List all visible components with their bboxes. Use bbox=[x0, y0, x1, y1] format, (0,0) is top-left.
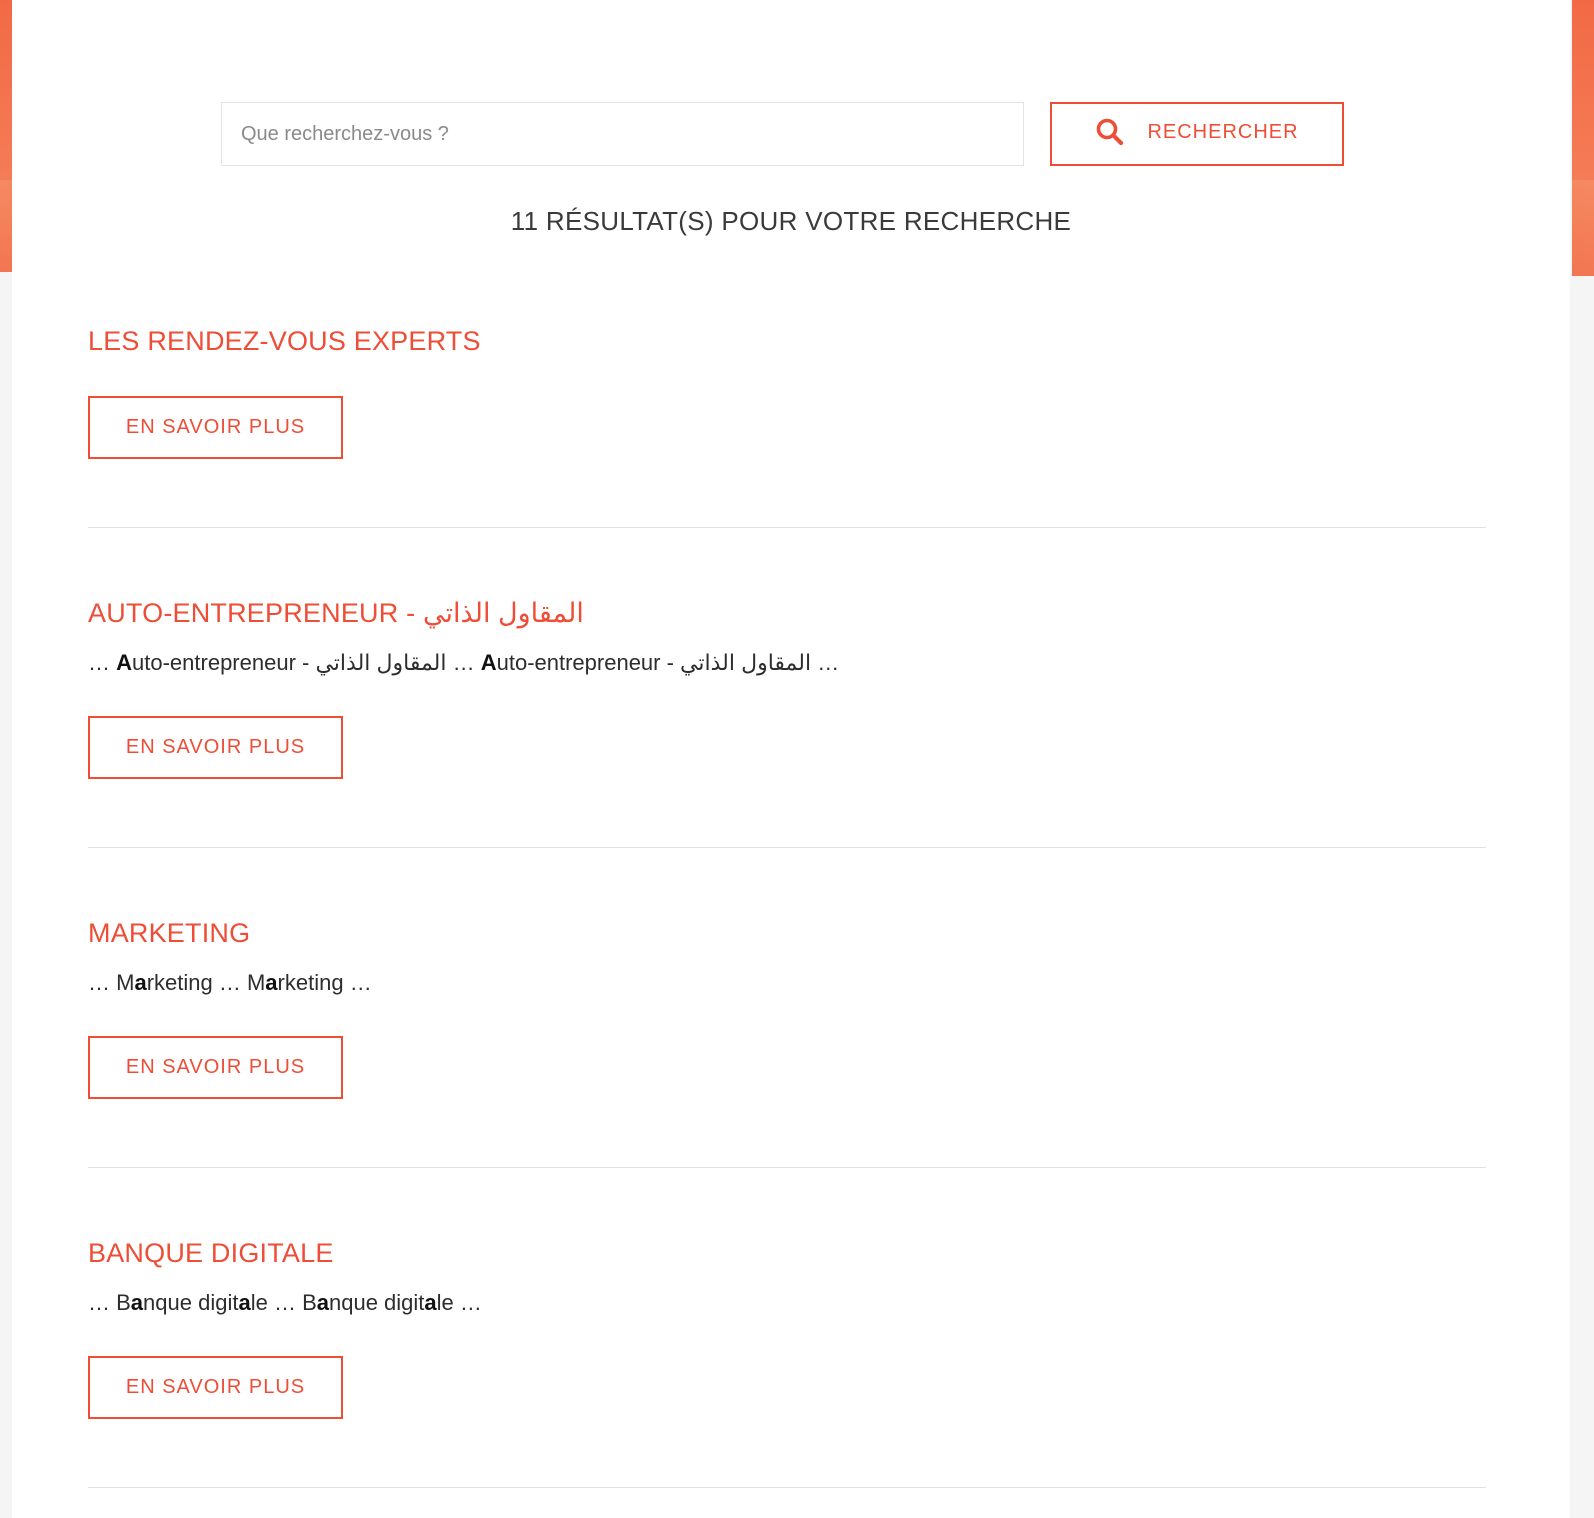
snippet-text: nque digit bbox=[143, 1290, 239, 1315]
snippet-text: uto-entrepreneur - المقاول الذاتي … bbox=[496, 650, 840, 675]
left-edge-decoration bbox=[0, 0, 12, 272]
main-content: RECHERCHER 11 RÉSULTAT(S) POUR VOTRE REC… bbox=[12, 0, 1570, 1518]
result-title[interactable]: LES RENDEZ-VOUS EXPERTS bbox=[88, 326, 481, 357]
en-savoir-plus-button[interactable]: EN SAVOIR PLUS bbox=[88, 716, 343, 779]
snippet-highlight: a bbox=[265, 970, 278, 995]
result-snippet: … Auto-entrepreneur - المقاول الذاتي … A… bbox=[88, 650, 839, 676]
en-savoir-plus-button[interactable]: EN SAVOIR PLUS bbox=[88, 1356, 343, 1419]
result-divider bbox=[88, 1167, 1486, 1168]
result-title[interactable]: BANQUE DIGITALE bbox=[88, 1238, 334, 1269]
result-snippet: … Marketing … Marketing … bbox=[88, 970, 372, 996]
results-count: 11 RÉSULTAT(S) POUR VOTRE RECHERCHE bbox=[510, 206, 1072, 236]
snippet-text: le … B bbox=[250, 1290, 317, 1315]
snippet-text: … bbox=[88, 650, 117, 675]
result-snippet: … Banque digitale … Banque digitale … bbox=[88, 1290, 482, 1316]
result-divider bbox=[88, 527, 1486, 528]
snippet-text: … B bbox=[88, 1290, 131, 1315]
en-savoir-plus-button[interactable]: EN SAVOIR PLUS bbox=[88, 1036, 343, 1099]
snippet-highlight: a bbox=[316, 1290, 329, 1315]
result-title[interactable]: MARKETING bbox=[88, 918, 250, 949]
snippet-highlight: a bbox=[134, 970, 147, 995]
result-divider bbox=[88, 1487, 1486, 1488]
search-input[interactable] bbox=[221, 102, 1024, 166]
snippet-highlight: a bbox=[130, 1290, 144, 1315]
snippet-text: rketing … M bbox=[146, 970, 266, 995]
snippet-text: … M bbox=[88, 970, 135, 995]
snippet-text: le … bbox=[436, 1290, 482, 1315]
snippet-highlight: A bbox=[480, 650, 497, 675]
en-savoir-plus-button[interactable]: EN SAVOIR PLUS bbox=[88, 396, 343, 459]
result-divider bbox=[88, 847, 1486, 848]
result-title[interactable]: AUTO-ENTREPRENEUR - المقاول الذاتي bbox=[88, 598, 584, 629]
snippet-highlight: a bbox=[424, 1290, 437, 1315]
search-button[interactable]: RECHERCHER bbox=[1050, 102, 1344, 166]
search-button-label: RECHERCHER bbox=[1147, 120, 1299, 143]
snippet-highlight: a bbox=[238, 1290, 251, 1315]
right-edge-decoration bbox=[1572, 0, 1594, 276]
snippet-text: nque digit bbox=[329, 1290, 425, 1315]
snippet-highlight: A bbox=[116, 650, 133, 675]
search-icon bbox=[1095, 117, 1125, 147]
snippet-text: uto-entrepreneur - المقاول الذاتي … bbox=[132, 650, 481, 675]
snippet-text: rketing … bbox=[277, 970, 372, 995]
